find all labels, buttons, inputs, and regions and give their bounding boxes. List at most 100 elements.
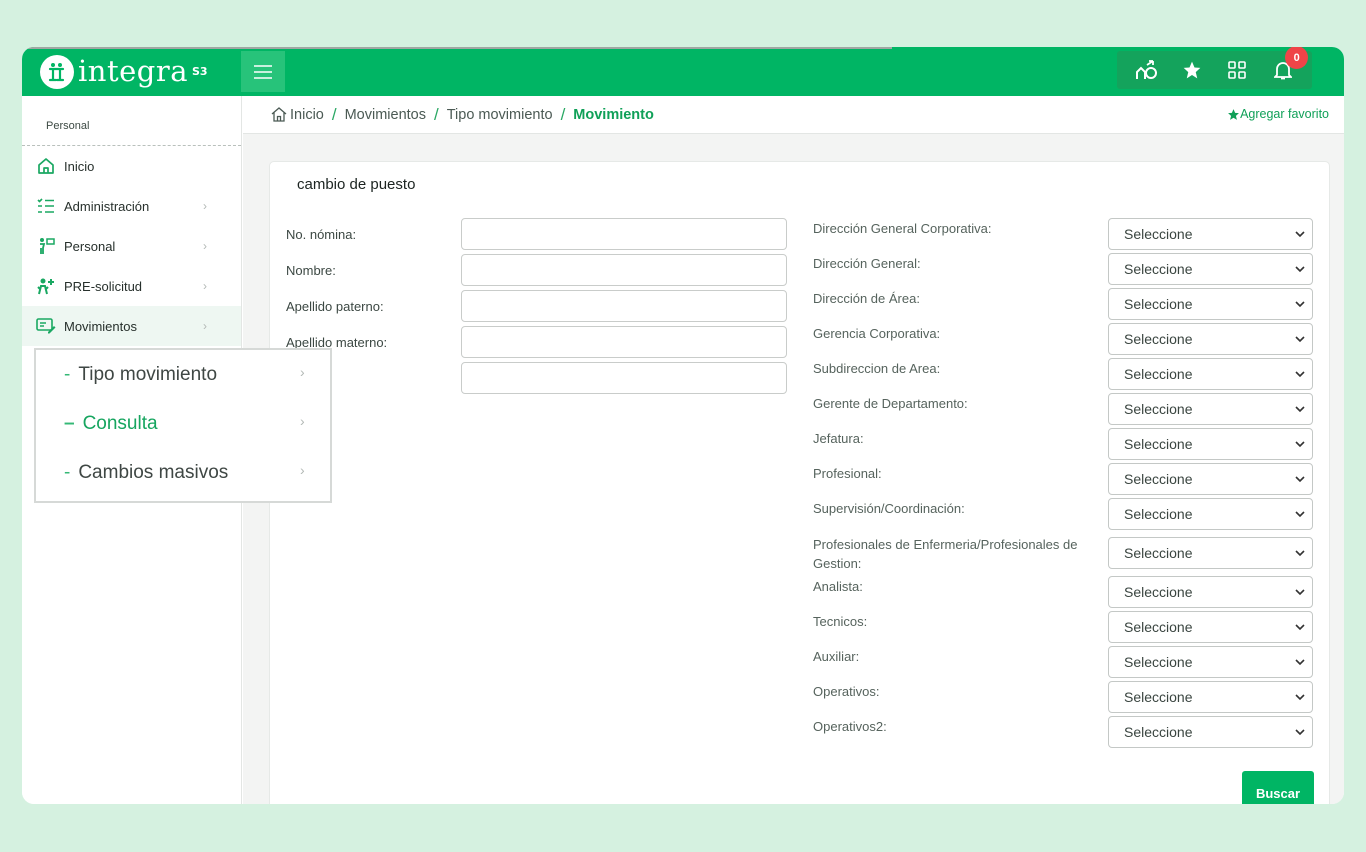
extra-input[interactable] — [461, 362, 787, 394]
field-row: Gerencia Corporativa: Seleccione — [813, 323, 1318, 355]
operativos-select[interactable]: Seleccione — [1108, 681, 1313, 713]
jefatura-select[interactable]: Seleccione — [1108, 428, 1313, 460]
chevron-down-icon — [1295, 441, 1305, 448]
chevron-down-icon — [1295, 336, 1305, 343]
field-label: Dirección General: — [813, 256, 921, 271]
chevron-down-icon — [1295, 624, 1305, 631]
submenu-item-label: Tipo movimiento — [78, 363, 218, 385]
chevron-right-icon: › — [203, 239, 207, 253]
direccion-de-area-select[interactable]: Seleccione — [1108, 288, 1313, 320]
chevron-down-icon — [1295, 231, 1305, 238]
submenu-item-cambios-masivos[interactable]: - Cambios masivos › — [36, 448, 330, 497]
dash-icon: - — [64, 363, 71, 385]
chevron-right-icon: › — [300, 462, 305, 478]
field-row: Subdireccion de Area: Seleccione — [813, 358, 1318, 390]
field-row: Jefatura: Seleccione — [813, 428, 1318, 460]
logo-icon — [40, 54, 74, 89]
select-value: Seleccione — [1124, 506, 1193, 522]
sidebar-item-inicio[interactable]: Inicio — [22, 146, 241, 186]
gerencia-corporativa-select[interactable]: Seleccione — [1108, 323, 1313, 355]
select-value: Seleccione — [1124, 724, 1193, 740]
breadcrumb-item[interactable]: Tipo movimiento — [447, 107, 553, 123]
select-value: Seleccione — [1124, 226, 1193, 242]
field-label: Jefatura: — [813, 431, 864, 446]
field-row: Auxiliar: Seleccione — [813, 646, 1318, 678]
nombre-input[interactable] — [461, 254, 787, 286]
field-label: Profesional: — [813, 466, 882, 481]
sidebar-item-movimientos[interactable]: Movimientos › — [22, 306, 241, 346]
sidebar-item-personal[interactable]: Personal › — [22, 226, 241, 266]
breadcrumb-current: Movimiento — [573, 106, 654, 123]
chevron-down-icon — [1295, 550, 1305, 557]
card-edit-icon — [36, 316, 56, 336]
dash-icon: – — [64, 412, 75, 434]
person-plus-icon — [36, 276, 56, 296]
field-label: Auxiliar: — [813, 649, 860, 664]
field-label: Gerencia Corporativa: — [813, 326, 941, 341]
subdireccion-de-area-select[interactable]: Seleccione — [1108, 358, 1313, 390]
field-row: Nombre: — [286, 254, 796, 286]
profesionales-enfermeria-gestion-select[interactable]: Seleccione — [1108, 537, 1313, 569]
add-favorite-label: Agregar favorito — [1240, 107, 1329, 121]
direccion-general-select[interactable]: Seleccione — [1108, 253, 1313, 285]
field-label: Nombre: — [286, 263, 336, 278]
gerente-de-departamento-select[interactable]: Seleccione — [1108, 393, 1313, 425]
menu-toggle-button[interactable] — [241, 51, 285, 92]
select-value: Seleccione — [1124, 471, 1193, 487]
field-label: Analista: — [813, 579, 863, 594]
field-row: Dirección de Área: Seleccione — [813, 288, 1318, 320]
apellido-paterno-input[interactable] — [461, 290, 787, 322]
search-button[interactable]: Buscar — [1242, 771, 1314, 804]
chevron-down-icon — [1295, 729, 1305, 736]
chevron-down-icon — [1295, 266, 1305, 273]
sidebar-item-label: Administración — [64, 198, 150, 214]
sidebar-item-administracion[interactable]: Administración › — [22, 186, 241, 226]
select-value: Seleccione — [1124, 436, 1193, 452]
submenu-item-consulta[interactable]: – Consulta › — [36, 399, 330, 448]
direccion-general-corporativa-select[interactable]: Seleccione — [1108, 218, 1313, 250]
chevron-down-icon — [1295, 511, 1305, 518]
bell-icon[interactable]: 0 — [1271, 47, 1309, 82]
home-icon — [36, 156, 56, 176]
form-title: cambio de puesto — [297, 176, 416, 193]
org-chart-icon[interactable] — [1134, 58, 1158, 82]
sidebar-item-label: PRE-solicitud — [64, 278, 143, 294]
add-favorite-link[interactable]: Agregar favorito — [1227, 107, 1329, 121]
submenu-item-tipo-movimiento[interactable]: - Tipo movimiento › — [36, 350, 330, 399]
chevron-down-icon — [1295, 694, 1305, 701]
movimientos-submenu: - Tipo movimiento › – Consulta › - Cambi… — [34, 348, 332, 503]
select-value: Seleccione — [1124, 261, 1193, 277]
analista-select[interactable]: Seleccione — [1108, 576, 1313, 608]
field-row: Profesional: Seleccione — [813, 463, 1318, 495]
profesional-select[interactable]: Seleccione — [1108, 463, 1313, 495]
sidebar-item-pre-solicitud[interactable]: PRE-solicitud › — [22, 266, 241, 306]
chevron-down-icon — [1295, 301, 1305, 308]
logo[interactable]: integra S3 — [22, 47, 240, 96]
field-label: Operativos2: — [813, 719, 887, 734]
field-row: Dirección General Corporativa: Seleccion… — [813, 218, 1318, 250]
breadcrumb-item[interactable]: Movimientos — [345, 107, 426, 123]
chevron-right-icon: › — [300, 364, 305, 380]
field-row: No. nómina: — [286, 218, 796, 250]
sidebar-section-title: Personal — [22, 96, 241, 146]
submenu-item-label: Cambios masivos — [78, 461, 229, 483]
field-row: Dirección General: Seleccione — [813, 253, 1318, 285]
select-value: Seleccione — [1124, 584, 1193, 600]
no-nomina-input[interactable] — [461, 218, 787, 250]
supervision-coordinacion-select[interactable]: Seleccione — [1108, 498, 1313, 530]
apellido-materno-input[interactable] — [461, 326, 787, 358]
star-icon[interactable] — [1180, 58, 1204, 82]
logo-text: integra — [78, 54, 188, 88]
home-icon[interactable] — [271, 107, 287, 122]
tecnicos-select[interactable]: Seleccione — [1108, 611, 1313, 643]
field-row: Gerente de Departamento: Seleccione — [813, 393, 1318, 425]
auxiliar-select[interactable]: Seleccione — [1108, 646, 1313, 678]
notification-badge: 0 — [1285, 47, 1309, 69]
grid-icon[interactable] — [1225, 58, 1249, 82]
chevron-down-icon — [1295, 406, 1305, 413]
chevron-down-icon — [1295, 589, 1305, 596]
operativos2-select[interactable]: Seleccione — [1108, 716, 1313, 748]
top-bar: integra S3 0 — [22, 47, 1344, 96]
breadcrumb-item[interactable]: Inicio — [290, 107, 324, 123]
breadcrumb-separator: / — [560, 104, 566, 124]
